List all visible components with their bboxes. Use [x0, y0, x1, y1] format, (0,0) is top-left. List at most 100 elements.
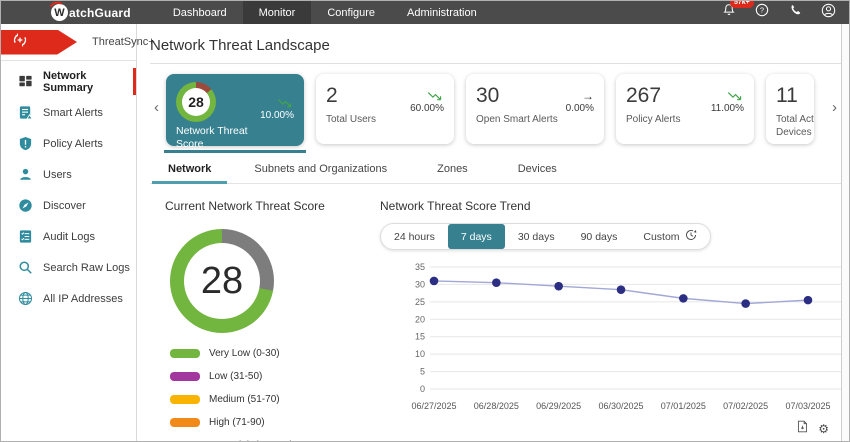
mini-threat-gauge: 28 [176, 82, 216, 122]
range-90-days-button[interactable]: 90 days [568, 224, 631, 249]
tab-devices[interactable]: Devices [493, 158, 582, 183]
page-title: Network Threat Landscape [150, 37, 841, 64]
threat-score-value: 28 [184, 243, 260, 319]
trend-indicator: 60.00% [410, 91, 444, 114]
svg-text:06/29/2025: 06/29/2025 [536, 401, 581, 411]
nav-item-monitor[interactable]: Monitor [243, 1, 312, 24]
tab-subnets-and-organizations[interactable]: Subnets and Organizations [229, 158, 412, 183]
stat-card-total-active-devices[interactable]: 11 Total Active Devices [766, 74, 814, 144]
carousel-prev-button[interactable]: ‹ [150, 100, 163, 115]
trend-percent: 60.00% [410, 103, 444, 114]
sidebar-item-users[interactable]: Users [1, 159, 136, 190]
time-range-selector: 24 hours 7 days 30 days 90 days Custom [380, 223, 711, 250]
svg-text:0: 0 [420, 384, 425, 394]
sidebar-item-label: Network Summary [43, 70, 136, 94]
legend-label: High (71-90) [209, 417, 265, 428]
card-label: Total Active Devices [776, 114, 814, 139]
data-point[interactable] [679, 294, 688, 303]
gear-icon[interactable]: ⚙ [818, 423, 829, 435]
sidebar-menu: Network Summary Smart Alerts Policy Aler… [1, 66, 136, 314]
sidebar-item-discover[interactable]: Discover [1, 190, 136, 221]
svg-text:07/03/2025: 07/03/2025 [785, 401, 830, 411]
notifications-button[interactable]: 57k+ [722, 3, 736, 22]
trend-percent: 10.00% [260, 110, 294, 121]
chart-toolbar: ⚙ [796, 420, 829, 438]
range-24-hours-button[interactable]: 24 hours [381, 224, 448, 249]
carousel-next-button[interactable]: › [828, 100, 841, 115]
current-score-title: Current Network Threat Score [165, 199, 368, 213]
support-phone-button[interactable] [788, 3, 802, 22]
card-label: Open Smart Alerts [476, 114, 594, 127]
sidebar-item-network-summary[interactable]: Network Summary [1, 66, 136, 97]
svg-text:5: 5 [420, 367, 425, 377]
tab-network[interactable]: Network [150, 158, 229, 183]
stat-cards: 28 Network Threat Score 10.00% 2 Total U… [166, 72, 828, 146]
account-button[interactable] [821, 3, 836, 23]
legend-swatch [170, 395, 200, 404]
legend-item: Low (31-50) [170, 371, 368, 382]
trend-flat-icon: → [566, 91, 594, 103]
nav-item-dashboard[interactable]: Dashboard [157, 1, 243, 24]
svg-text:06/28/2025: 06/28/2025 [474, 401, 519, 411]
clock-history-icon [685, 229, 697, 244]
trend-indicator: 10.00% [260, 98, 294, 121]
card-value: 11 [776, 85, 804, 107]
sidebar-item-all-ip-addresses[interactable]: All IP Addresses [1, 283, 136, 314]
sidebar-item-smart-alerts[interactable]: Smart Alerts [1, 97, 136, 128]
stat-card-network-threat-score[interactable]: 28 Network Threat Score 10.00% [166, 74, 304, 146]
nav-utility-icons: 57k+ ? [722, 3, 836, 23]
trend-indicator: 11.00% [711, 91, 744, 114]
dashboard-icon [17, 74, 33, 90]
data-point[interactable] [554, 282, 563, 291]
nav-item-administration[interactable]: Administration [391, 1, 493, 24]
globe-icon [17, 291, 33, 307]
shield-alert-icon [17, 136, 33, 152]
data-point[interactable] [617, 285, 626, 294]
nav-item-configure[interactable]: Configure [311, 1, 391, 24]
legend-swatch [170, 349, 200, 358]
stat-card-policy-alerts[interactable]: 267 Policy Alerts 11.00% [616, 74, 754, 144]
range-7-days-button[interactable]: 7 days [448, 224, 505, 249]
stat-card-open-smart-alerts[interactable]: 30 Open Smart Alerts → 0.00% [466, 74, 604, 144]
help-button[interactable]: ? [755, 3, 769, 22]
main-nav: DashboardMonitorConfigureAdministration [157, 1, 493, 24]
trend-section: Network Threat Score Trend 24 hours 7 da… [368, 197, 841, 441]
sidebar-item-label: Smart Alerts [43, 107, 103, 119]
svg-text:20: 20 [415, 314, 425, 324]
stat-card-total-users[interactable]: 2 Total Users 60.00% [316, 74, 454, 144]
current-score-section: Current Network Threat Score 28 Very Low… [150, 197, 368, 441]
card-value: 28 [182, 88, 210, 116]
card-label: Total Users [326, 114, 444, 127]
sidebar: ThreatSync+ Network Summary Smart Alerts… [1, 24, 137, 441]
sidebar-item-policy-alerts[interactable]: Policy Alerts [1, 128, 136, 159]
legend-label: Low (31-50) [209, 371, 262, 382]
phone-icon [788, 3, 802, 22]
legend-item: Medium (51-70) [170, 394, 368, 405]
svg-text:06/30/2025: 06/30/2025 [598, 401, 643, 411]
export-report-icon[interactable] [796, 420, 809, 438]
sidebar-item-label: Policy Alerts [43, 138, 103, 150]
data-point[interactable] [741, 299, 750, 308]
sidebar-item-audit-logs[interactable]: Audit Logs [1, 221, 136, 252]
range-custom-button[interactable]: Custom [630, 224, 709, 249]
top-nav: W atchGuard DashboardMonitorConfigureAdm… [1, 1, 849, 24]
smart-alerts-icon [17, 105, 33, 121]
tab-zones[interactable]: Zones [412, 158, 493, 183]
sidebar-item-label: Users [43, 169, 72, 181]
sidebar-item-search-raw-logs[interactable]: Search Raw Logs [1, 252, 136, 283]
data-point[interactable] [492, 278, 501, 287]
svg-text:15: 15 [415, 332, 425, 342]
trend-down-icon [260, 98, 294, 110]
range-30-days-button[interactable]: 30 days [505, 224, 568, 249]
audit-log-icon [17, 229, 33, 245]
stat-cards-carousel: ‹ 28 Network Threat Score 10.00% 2 Total… [150, 72, 841, 146]
scrollbar[interactable] [841, 24, 849, 441]
card-label: Policy Alerts [626, 114, 744, 127]
data-point[interactable] [804, 296, 813, 305]
card-label: Network Threat Score [176, 125, 258, 151]
data-point[interactable] [430, 277, 439, 286]
threat-score-gauge: 28 [170, 229, 274, 333]
sidebar-item-label: Audit Logs [43, 231, 95, 243]
trend-percent: 11.00% [711, 103, 744, 114]
legend-swatch [170, 418, 200, 427]
